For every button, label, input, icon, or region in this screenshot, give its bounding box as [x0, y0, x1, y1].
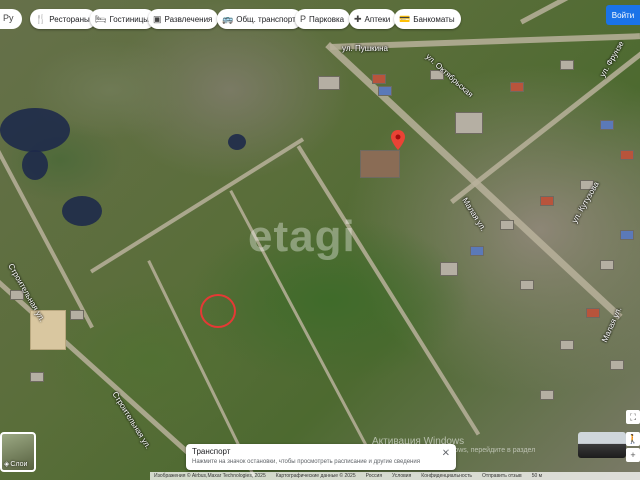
chip-entertainment[interactable]: ▣ Развлечения	[148, 9, 219, 29]
signin-button[interactable]: Войти	[606, 5, 640, 25]
popup-text: Нажмите на значок остановки, чтобы просм…	[192, 459, 420, 465]
building	[586, 308, 600, 318]
chip-restaurant[interactable]: 🍴 Рестораны	[30, 9, 96, 29]
building	[560, 340, 574, 350]
building	[600, 120, 614, 130]
building	[540, 196, 554, 206]
hotel-icon: 🛏	[95, 13, 107, 24]
windows-activation-text: Чтобы активировать Windows, перейдите в …	[370, 447, 536, 454]
parking-icon: P	[300, 14, 307, 24]
building	[470, 246, 484, 256]
location-pin-icon[interactable]	[391, 130, 405, 150]
entertainment-icon: ▣	[153, 13, 162, 24]
search-box-stub[interactable]: Pу	[0, 9, 22, 29]
building	[318, 76, 340, 90]
street-label: ул. Пушкина	[342, 44, 388, 53]
layers-text: Слои	[10, 460, 28, 468]
attrib-link[interactable]: Россия	[366, 473, 382, 479]
transit-icon: 🚌	[222, 13, 234, 24]
attribution-bar: Изображения © Airbus,Maxar Technologies,…	[150, 472, 640, 480]
building	[378, 86, 392, 96]
building	[510, 82, 524, 92]
chip-label: Аптеки	[364, 14, 391, 24]
pond	[62, 196, 102, 226]
pegman-icon[interactable]: 🚶	[626, 432, 640, 446]
attrib-link[interactable]: Условия	[392, 473, 411, 479]
building	[620, 230, 634, 240]
chip-atm[interactable]: 💳 Банкоматы	[394, 9, 461, 29]
chip-label: Гостиницы	[109, 14, 150, 24]
atm-icon: 💳	[399, 13, 411, 24]
scale-label: 50 м	[531, 473, 543, 479]
building	[600, 260, 614, 270]
restaurant-icon: 🍴	[35, 13, 47, 24]
building	[560, 60, 574, 70]
chip-label: Банкоматы	[413, 14, 455, 24]
road	[0, 150, 94, 329]
chip-label: Общ. транспорт	[236, 14, 296, 24]
zoom-in-icon[interactable]: +	[626, 448, 640, 462]
layers-label: ◈ Слои	[4, 460, 28, 469]
fullscreen-icon[interactable]: ⛶	[626, 410, 640, 424]
building	[70, 310, 84, 320]
attrib-link[interactable]: Отправить отзыв	[482, 473, 522, 479]
map-data-credit: Картографические данные © 2025	[275, 473, 356, 479]
road	[296, 145, 481, 436]
chip-hotel[interactable]: 🛏 Гостиницы	[90, 9, 156, 29]
building	[610, 360, 624, 370]
layers-button[interactable]: ◈ Слои	[0, 432, 36, 472]
building	[440, 262, 458, 276]
windows-activation-title: Активация Windows	[372, 436, 465, 447]
pond	[228, 134, 246, 150]
plot-outline	[200, 294, 236, 328]
chip-label: Рестораны	[49, 14, 90, 24]
pond	[22, 150, 48, 180]
building	[500, 220, 514, 230]
chip-label: Парковка	[309, 14, 345, 24]
imagery-credit: Изображения © Airbus,Maxar Technologies,…	[154, 473, 266, 479]
chip-transit[interactable]: 🚌 Общ. транспорт	[217, 9, 302, 29]
building	[620, 150, 634, 160]
layers-icon: ◈	[4, 461, 10, 468]
pond	[0, 108, 70, 152]
street-view-thumbnail[interactable]	[578, 432, 626, 458]
category-bar: Pу 🍴 Рестораны 🛏 Гостиницы ▣ Развлечения 🚌 Общ.…	[0, 9, 640, 29]
building	[372, 74, 386, 84]
pharmacy-icon: ✚	[354, 13, 362, 24]
attrib-link[interactable]: Конфиденциальность	[421, 473, 472, 479]
building	[520, 280, 534, 290]
chip-label: Развлечения	[164, 14, 213, 24]
building	[540, 390, 554, 400]
satellite-map[interactable]: ул. Пушкина ул. Октябрьская ул. Фрунзе у…	[0, 0, 640, 480]
building	[455, 112, 483, 134]
chip-pharmacy[interactable]: ✚ Аптеки	[349, 9, 397, 29]
street-label: Малая ул.	[460, 196, 488, 233]
street-label: Малая ул.	[600, 305, 624, 344]
watermark: etagi	[248, 212, 356, 261]
building	[30, 372, 44, 382]
chip-parking[interactable]: P Парковка	[295, 9, 351, 29]
building	[360, 150, 400, 178]
